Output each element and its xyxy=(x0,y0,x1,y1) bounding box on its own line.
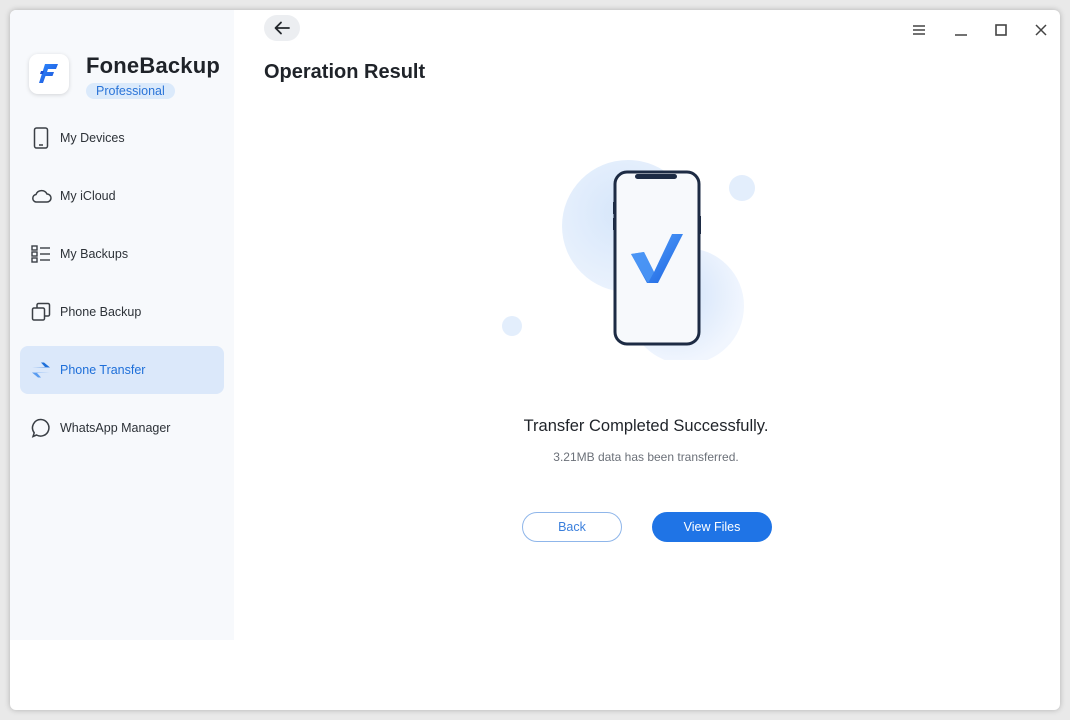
sidebar-item-my-devices[interactable]: My Devices xyxy=(20,114,224,162)
sidebar-item-label: My Devices xyxy=(60,131,125,145)
sidebar-item-label: My Backups xyxy=(60,247,129,261)
copy-icon xyxy=(30,301,52,323)
success-illustration xyxy=(480,150,770,364)
sidebar-nav: My Devices My iCloud My Backups Phone Ba… xyxy=(20,114,224,462)
app-name: FoneBackup xyxy=(86,53,221,78)
sidebar-item-my-backups[interactable]: My Backups xyxy=(20,230,224,278)
list-icon xyxy=(30,243,52,265)
minimize-button[interactable] xyxy=(948,18,974,42)
menu-button[interactable] xyxy=(906,18,932,42)
chat-bubble-icon xyxy=(30,417,52,439)
sidebar: FoneBackup Professional My Devices My iC… xyxy=(10,10,234,640)
sidebar-item-label: My iCloud xyxy=(60,189,116,203)
result-title: Transfer Completed Successfully. xyxy=(523,417,769,435)
phone-outline-icon xyxy=(30,127,52,149)
cloud-icon xyxy=(30,185,52,207)
sidebar-item-label: Phone Transfer xyxy=(60,363,146,377)
hamburger-menu-icon xyxy=(913,25,925,35)
page-title: Operation Result xyxy=(264,61,426,83)
transfer-arrows-icon xyxy=(30,359,52,381)
maximize-button[interactable] xyxy=(988,18,1014,42)
back-button[interactable]: Back xyxy=(522,512,622,542)
sidebar-item-label: Phone Backup xyxy=(60,305,142,319)
maximize-icon xyxy=(995,24,1007,36)
result-subtitle: 3.21MB data has been transferred. xyxy=(553,450,739,464)
sidebar-item-phone-backup[interactable]: Phone Backup xyxy=(20,288,224,336)
sidebar-item-label: WhatsApp Manager xyxy=(60,421,171,435)
sidebar-item-phone-transfer[interactable]: Phone Transfer xyxy=(20,346,224,394)
app-window: FoneBackup Professional My Devices My iC… xyxy=(10,10,1060,710)
view-files-button[interactable]: View Files xyxy=(652,512,772,542)
sidebar-item-my-icloud[interactable]: My iCloud xyxy=(20,172,224,220)
fonebackup-logo-icon xyxy=(39,64,58,83)
close-icon xyxy=(1035,24,1047,36)
app-logo xyxy=(29,54,69,94)
close-button[interactable] xyxy=(1028,18,1054,42)
minimize-icon xyxy=(955,34,967,36)
back-arrow-button[interactable] xyxy=(264,15,300,41)
arrow-left-icon xyxy=(274,21,290,35)
sidebar-item-whatsapp-manager[interactable]: WhatsApp Manager xyxy=(20,404,224,452)
phone-check-illustration xyxy=(502,160,755,364)
edition-badge: Professional xyxy=(86,83,175,99)
